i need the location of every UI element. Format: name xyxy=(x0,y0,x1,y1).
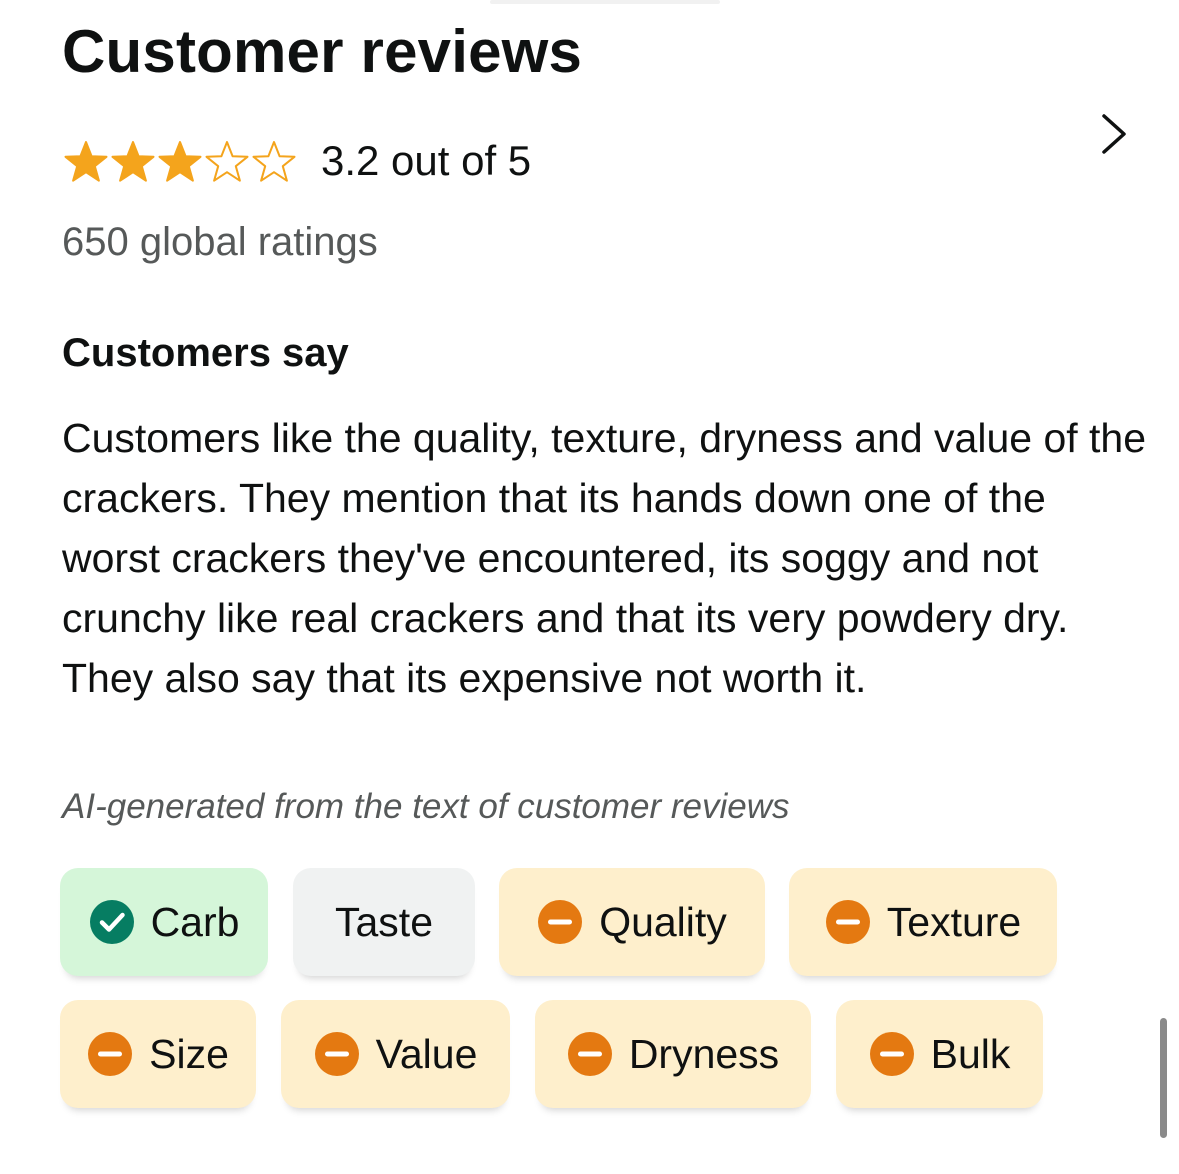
aspect-chip-label: Value xyxy=(375,1030,478,1077)
customers-say-heading: Customers say xyxy=(62,331,349,375)
minus-circle-icon xyxy=(88,1032,133,1076)
aspect-chip-taste[interactable]: Taste xyxy=(293,868,475,976)
star-empty-icon xyxy=(252,141,296,182)
review-summary: Customers like the quality, texture, dry… xyxy=(62,415,1147,701)
rating-text: 3.2 out of 5 xyxy=(321,137,532,184)
check-circle-icon xyxy=(89,900,134,944)
page-title: Customer reviews xyxy=(62,18,583,85)
star-empty-icon xyxy=(205,141,249,182)
aspect-chip-value[interactable]: Value xyxy=(281,1000,510,1108)
aspect-chip-label: Texture xyxy=(886,898,1022,945)
minus-circle-icon xyxy=(825,900,870,944)
aspect-chip-label: Bulk xyxy=(930,1030,1011,1077)
customer-reviews-section: Customer reviews 3.2 out of 5 650 global… xyxy=(0,0,1179,1174)
aspect-chip-label: Quality xyxy=(599,898,727,945)
top-indicator xyxy=(490,0,720,4)
ai-disclaimer: AI-generated from the text of customer r… xyxy=(62,787,790,826)
rating-summary[interactable]: 3.2 out of 5 xyxy=(62,132,531,190)
minus-circle-icon xyxy=(538,900,583,944)
aspect-chip-label: Taste xyxy=(335,898,433,945)
aspect-chip-carb[interactable]: Carb xyxy=(60,868,268,976)
minus-circle-icon xyxy=(567,1032,612,1076)
aspect-chip-quality[interactable]: Quality xyxy=(499,868,765,976)
minus-circle-icon xyxy=(869,1032,914,1076)
aspect-chip-label: Carb xyxy=(150,898,240,945)
star-filled-icon xyxy=(64,141,108,182)
aspect-chip-label: Size xyxy=(149,1030,229,1077)
star-filled-icon xyxy=(158,141,202,182)
global-ratings-count: 650 global ratings xyxy=(62,220,378,264)
aspect-chip-texture[interactable]: Texture xyxy=(789,868,1057,976)
aspect-chip-dryness[interactable]: Dryness xyxy=(535,1000,811,1108)
star-rating xyxy=(62,139,297,183)
scrollbar[interactable] xyxy=(1160,1018,1167,1138)
aspect-chip-label: Dryness xyxy=(628,1030,780,1077)
aspect-chip-size[interactable]: Size xyxy=(60,1000,256,1108)
star-filled-icon xyxy=(111,141,155,182)
chevron-right-icon[interactable] xyxy=(1092,108,1136,160)
aspect-chip-bulk[interactable]: Bulk xyxy=(836,1000,1043,1108)
minus-circle-icon xyxy=(314,1032,359,1076)
